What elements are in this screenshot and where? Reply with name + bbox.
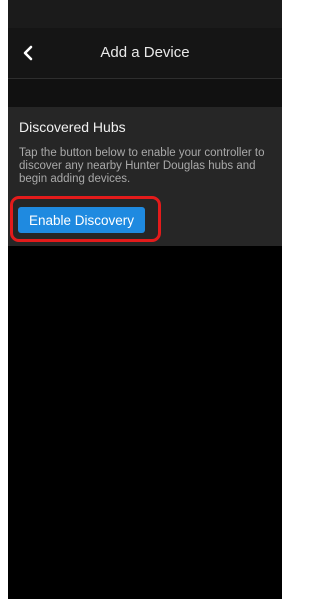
back-button[interactable] [14, 38, 42, 68]
chevron-left-icon [23, 45, 33, 61]
card-heading: Discovered Hubs [19, 119, 126, 135]
navigation-bar: Add a Device [8, 28, 282, 79]
status-bar [8, 0, 282, 28]
app-screen: Add a Device Discovered Hubs Tap the but… [8, 0, 282, 599]
page-title: Add a Device [100, 44, 190, 61]
section-spacer [8, 79, 282, 107]
enable-discovery-button[interactable]: Enable Discovery [18, 207, 145, 233]
card-description: Tap the button below to enable your cont… [19, 147, 265, 185]
